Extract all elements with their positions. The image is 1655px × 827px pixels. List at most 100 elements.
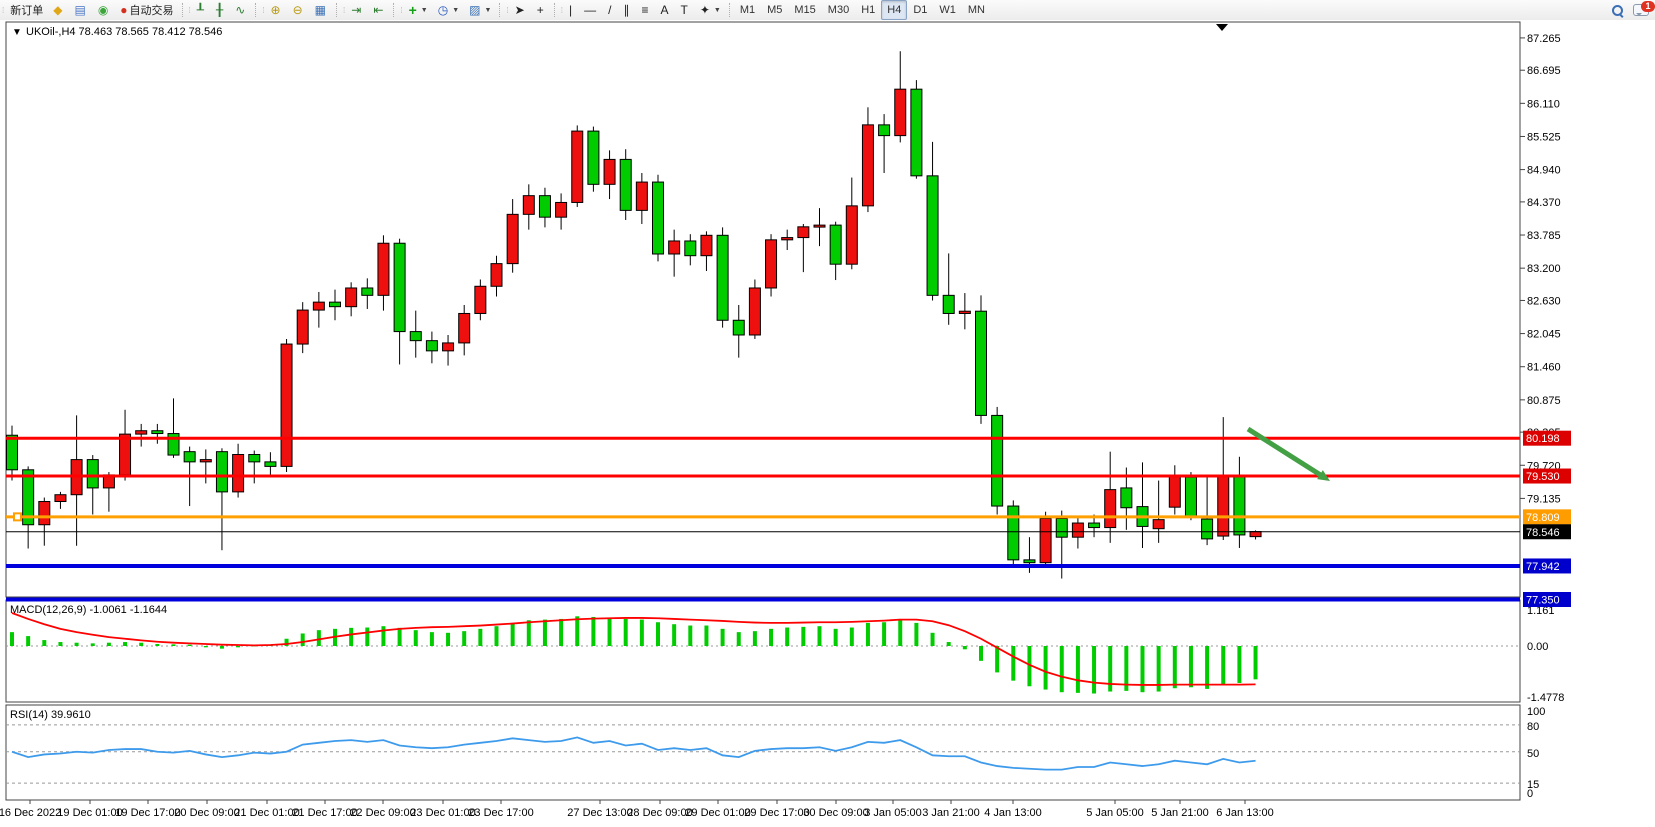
candle-body	[346, 288, 357, 307]
candle-body	[717, 235, 728, 320]
chart-shift-icon[interactable]: ⇤	[368, 0, 390, 20]
candle-body	[992, 415, 1003, 506]
candle-body	[507, 214, 518, 263]
macd-histogram-bar	[1060, 646, 1064, 692]
dropdown-arrow-icon[interactable]: ▼	[485, 7, 492, 14]
text-label-icon[interactable]: T	[675, 0, 694, 20]
toolbar-grip[interactable]: ⁞	[187, 6, 192, 15]
macd-label: MACD(12,26,9) -1.0061 -1.1644	[10, 604, 167, 616]
macd-histogram-bar	[737, 632, 741, 646]
timeframe-button-h4[interactable]: H4	[881, 0, 907, 20]
timeframe-button-m15[interactable]: M15	[788, 0, 821, 20]
notifications-icon[interactable]: 1	[1633, 4, 1649, 16]
macd-histogram-bar	[866, 623, 870, 646]
candle-body	[1185, 477, 1196, 517]
dropdown-arrow-icon[interactable]: ▼	[421, 7, 428, 14]
bar-chart-icon[interactable]: ┸	[192, 0, 211, 20]
candle-body	[976, 311, 987, 415]
macd-pane[interactable]	[6, 600, 1520, 702]
timeframe-button-mn[interactable]: MN	[962, 0, 991, 20]
chart-title: UKOil-,H4 78.463 78.565 78.412 78.546	[26, 26, 222, 38]
dropdown-arrow-icon[interactable]: ▼	[452, 7, 459, 14]
zoom-in-icon[interactable]: ⊕	[266, 0, 288, 20]
auto-scroll-icon: ⇥	[351, 4, 361, 16]
macd-histogram-bar	[26, 636, 30, 646]
macd-histogram-bar	[963, 646, 967, 649]
timeframe-button-m1[interactable]: M1	[734, 0, 761, 20]
price-pane[interactable]	[6, 22, 1520, 597]
candle-body	[556, 202, 567, 217]
toolbar-grip[interactable]: ⁞	[398, 6, 403, 15]
zoom-out-icon[interactable]: ⊖	[288, 0, 310, 20]
macd-histogram-bar	[107, 643, 111, 646]
cursor-icon: ➤	[515, 4, 525, 16]
text-icon[interactable]: A	[655, 0, 675, 20]
chart-window[interactable]: 87.26586.69586.11085.52584.94084.37083.7…	[0, 20, 1655, 822]
macd-histogram-bar	[10, 632, 14, 646]
rsi-pane[interactable]	[6, 705, 1520, 800]
tile-windows-icon[interactable]: ▦	[310, 0, 333, 20]
auto-scroll-icon[interactable]: ⇥	[346, 0, 368, 20]
toolbar-group-objects-add: ⁞+▼◷▼▨▼	[398, 0, 496, 20]
line-chart-icon[interactable]: ∿	[230, 0, 252, 20]
chart-canvas[interactable]: 87.26586.69586.11085.52584.94084.37083.7…	[0, 20, 1655, 822]
candle-body	[394, 243, 405, 331]
vertical-line-icon[interactable]: |	[564, 0, 579, 20]
time-axis-label: 22 Dec 09:00	[350, 807, 415, 819]
timeframe-toolbar: M1M5M15M30H1H4D1W1MN	[734, 0, 991, 20]
timeframe-button-m5[interactable]: M5	[761, 0, 788, 20]
timeframe-button-w1[interactable]: W1	[933, 0, 962, 20]
arrows-icon: ✦	[700, 4, 710, 16]
symbol-dropdown-icon[interactable]: ▼	[12, 27, 22, 38]
add-indicator-icon[interactable]: +▼	[404, 0, 433, 20]
timeframe-button-m30[interactable]: M30	[822, 0, 855, 20]
market-watch-icon[interactable]: ▤	[69, 0, 92, 20]
price-axis-label: 80.875	[1527, 395, 1561, 407]
candle-body	[410, 332, 421, 341]
data-window-icon[interactable]: ◉	[93, 0, 115, 20]
equidistant-channel-icon[interactable]: ∥	[618, 0, 636, 20]
zoom-out-icon: ⊖	[293, 4, 303, 16]
candle-body	[362, 288, 373, 295]
fibonacci-icon[interactable]: ≡	[636, 0, 655, 20]
macd-histogram-bar	[591, 617, 595, 646]
candlestick-chart-icon[interactable]: ╂	[211, 0, 230, 20]
candle-body	[1169, 476, 1180, 507]
candle-body	[1250, 532, 1261, 537]
macd-histogram-bar	[236, 646, 240, 647]
timeframe-button-d1[interactable]: D1	[907, 0, 933, 20]
autotrade-button[interactable]: ●自动交易	[115, 0, 178, 20]
price-axis-label: 83.785	[1527, 230, 1561, 242]
rsi-axis-label: 0	[1527, 788, 1533, 800]
timeframe-button-h1[interactable]: H1	[855, 0, 881, 20]
macd-histogram-bar	[58, 642, 62, 646]
symbols-icon[interactable]: ◆	[48, 0, 69, 20]
macd-histogram-bar	[979, 646, 983, 661]
macd-histogram-bar	[834, 629, 838, 646]
text-label-icon: T	[680, 4, 687, 16]
dropdown-arrow-icon[interactable]: ▼	[714, 7, 721, 14]
toolbar-grip[interactable]: ⁞	[260, 6, 265, 15]
macd-histogram-bar	[1011, 646, 1015, 681]
arrows-icon[interactable]: ✦▼	[695, 0, 726, 20]
horizontal-line-icon[interactable]: —	[579, 0, 603, 20]
macd-histogram-bar	[1076, 646, 1080, 693]
macd-histogram-bar	[1237, 646, 1241, 683]
crosshair-icon[interactable]: +	[532, 0, 551, 20]
trendline-icon[interactable]: /	[603, 0, 618, 20]
toolbar-grip[interactable]: ⁞	[504, 6, 509, 15]
periods-icon[interactable]: ◷▼	[433, 0, 464, 20]
main-toolbar: ⁞新订单◆▤◉●自动交易⁞┸╂∿⁞⊕⊖▦⁞⇥⇤⁞+▼◷▼▨▼⁞➤+⁞|—/∥≡A…	[0, 0, 1655, 21]
cursor-icon[interactable]: ➤	[510, 0, 532, 20]
new-order-button[interactable]: 新订单	[5, 0, 48, 20]
crosshair-icon: +	[537, 4, 544, 16]
candle-body	[733, 320, 744, 335]
macd-histogram-bar	[688, 626, 692, 646]
templates-icon[interactable]: ▨▼	[464, 0, 496, 20]
search-icon[interactable]	[1612, 5, 1623, 16]
macd-histogram-bar	[898, 619, 902, 646]
price-axis-label: 84.940	[1527, 165, 1561, 177]
line-anchor-handle[interactable]	[14, 513, 21, 520]
candle-body	[1024, 560, 1035, 563]
candle-body	[620, 159, 631, 210]
